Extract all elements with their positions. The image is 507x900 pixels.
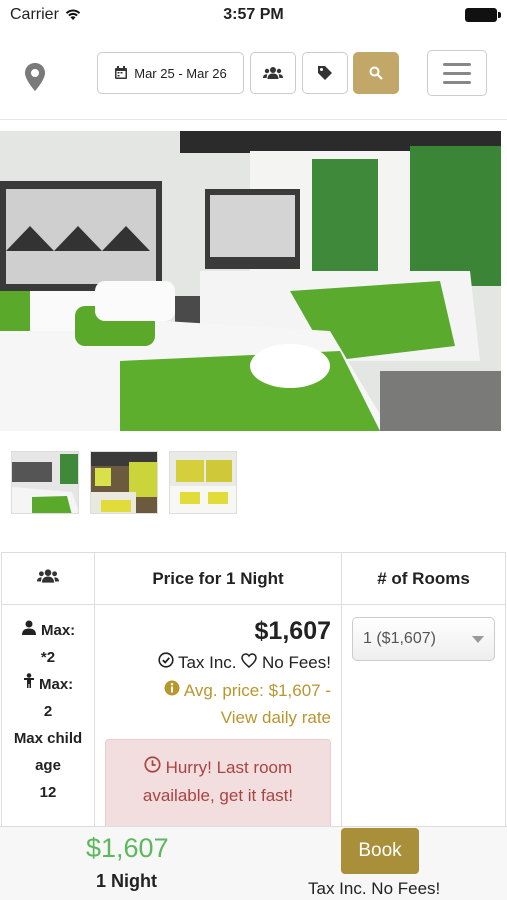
status-bar: Carrier 3:57 PM — [0, 0, 507, 30]
occupancy-cell: Max: *2 Max: 2 Max child age 12 — [1, 604, 95, 840]
max-child-age-label: Max child age — [13, 730, 83, 774]
thumbnail-2[interactable] — [90, 451, 158, 514]
date-range-button[interactable]: Mar 25 - Mar 26 — [97, 52, 244, 94]
booking-footer: $1,607 1 Night Book Tax Inc. No Fees! — [0, 826, 507, 900]
search-icon — [369, 66, 383, 80]
chevron-down-icon — [472, 635, 484, 643]
battery-icon — [465, 8, 501, 22]
room-photo-illustration — [0, 131, 501, 431]
rooms-select[interactable]: 1 ($1,607) — [352, 617, 495, 661]
max-adults-label: Max: — [40, 622, 76, 639]
book-button[interactable]: Book — [341, 828, 419, 874]
max-children: Max: — [2, 671, 94, 698]
price-cell: $1,607 Tax Inc. No Fees! Avg. price: $1,… — [94, 604, 342, 840]
tax-fees-line: Tax Inc. No Fees! — [105, 652, 331, 673]
view-daily-rate-link[interactable]: View daily rate — [105, 704, 331, 731]
guests-button[interactable] — [250, 52, 296, 94]
max-adults: Max: — [2, 617, 94, 644]
thumbnail-1[interactable] — [11, 451, 79, 514]
guests-column-header — [1, 552, 95, 605]
users-icon — [37, 569, 59, 583]
alert-text: Hurry! Last room available, get it fast! — [142, 758, 294, 805]
rooms-column-header: # of Rooms — [341, 552, 506, 605]
price-column-header: Price for 1 Night — [94, 552, 342, 605]
rooms-cell: 1 ($1,607) — [341, 604, 506, 840]
last-room-alert: Hurry! Last room available, get it fast! — [105, 739, 331, 839]
max-children-label: Max: — [38, 676, 74, 693]
clock: 3:57 PM — [223, 6, 284, 23]
clock-icon — [144, 756, 161, 773]
search-button[interactable] — [353, 52, 399, 94]
hamburger-menu-icon[interactable] — [427, 50, 487, 96]
heart-icon — [241, 653, 258, 668]
max-adults-value: *2 — [40, 649, 56, 666]
footer-nights: 1 Night — [96, 871, 157, 891]
calendar-icon — [115, 66, 128, 79]
users-icon — [263, 67, 283, 79]
max-child-age-value: 12 — [39, 784, 57, 801]
table-header-row: Price for 1 Night # of Rooms — [1, 552, 506, 605]
footer-fees-note: Tax Inc. No Fees! — [308, 879, 441, 898]
child-icon — [23, 673, 34, 688]
table-row: Max: *2 Max: 2 Max child age 12 $1,607 T… — [1, 604, 506, 840]
tax-inc-label: Tax Inc. — [177, 653, 237, 672]
rooms-select-value: 1 ($1,607) — [363, 630, 436, 647]
user-icon — [21, 620, 36, 635]
avg-price-text: Avg. price: $1,607 - — [183, 681, 331, 700]
footer-price: $1,607 — [86, 833, 169, 863]
thumbnail-3[interactable] — [169, 451, 237, 514]
max-children-value: 2 — [43, 703, 53, 720]
date-range-label: Mar 25 - Mar 26 — [134, 65, 227, 81]
top-navbar: Mar 25 - Mar 26 — [0, 30, 507, 120]
room-rates-table: Price for 1 Night # of Rooms Max: *2 Max… — [1, 552, 506, 840]
promo-tag-button[interactable] — [302, 52, 348, 94]
tag-icon — [318, 66, 332, 80]
no-fees-label: No Fees! — [262, 653, 331, 672]
night-price: $1,607 — [254, 617, 331, 645]
map-pin-icon[interactable] — [24, 62, 46, 92]
avg-price-block: Avg. price: $1,607 - View daily rate — [105, 677, 331, 731]
info-circle-icon — [164, 680, 180, 696]
photo-thumbnails — [11, 451, 237, 514]
check-circle-icon — [157, 652, 174, 668]
room-photo-main[interactable] — [0, 131, 501, 431]
